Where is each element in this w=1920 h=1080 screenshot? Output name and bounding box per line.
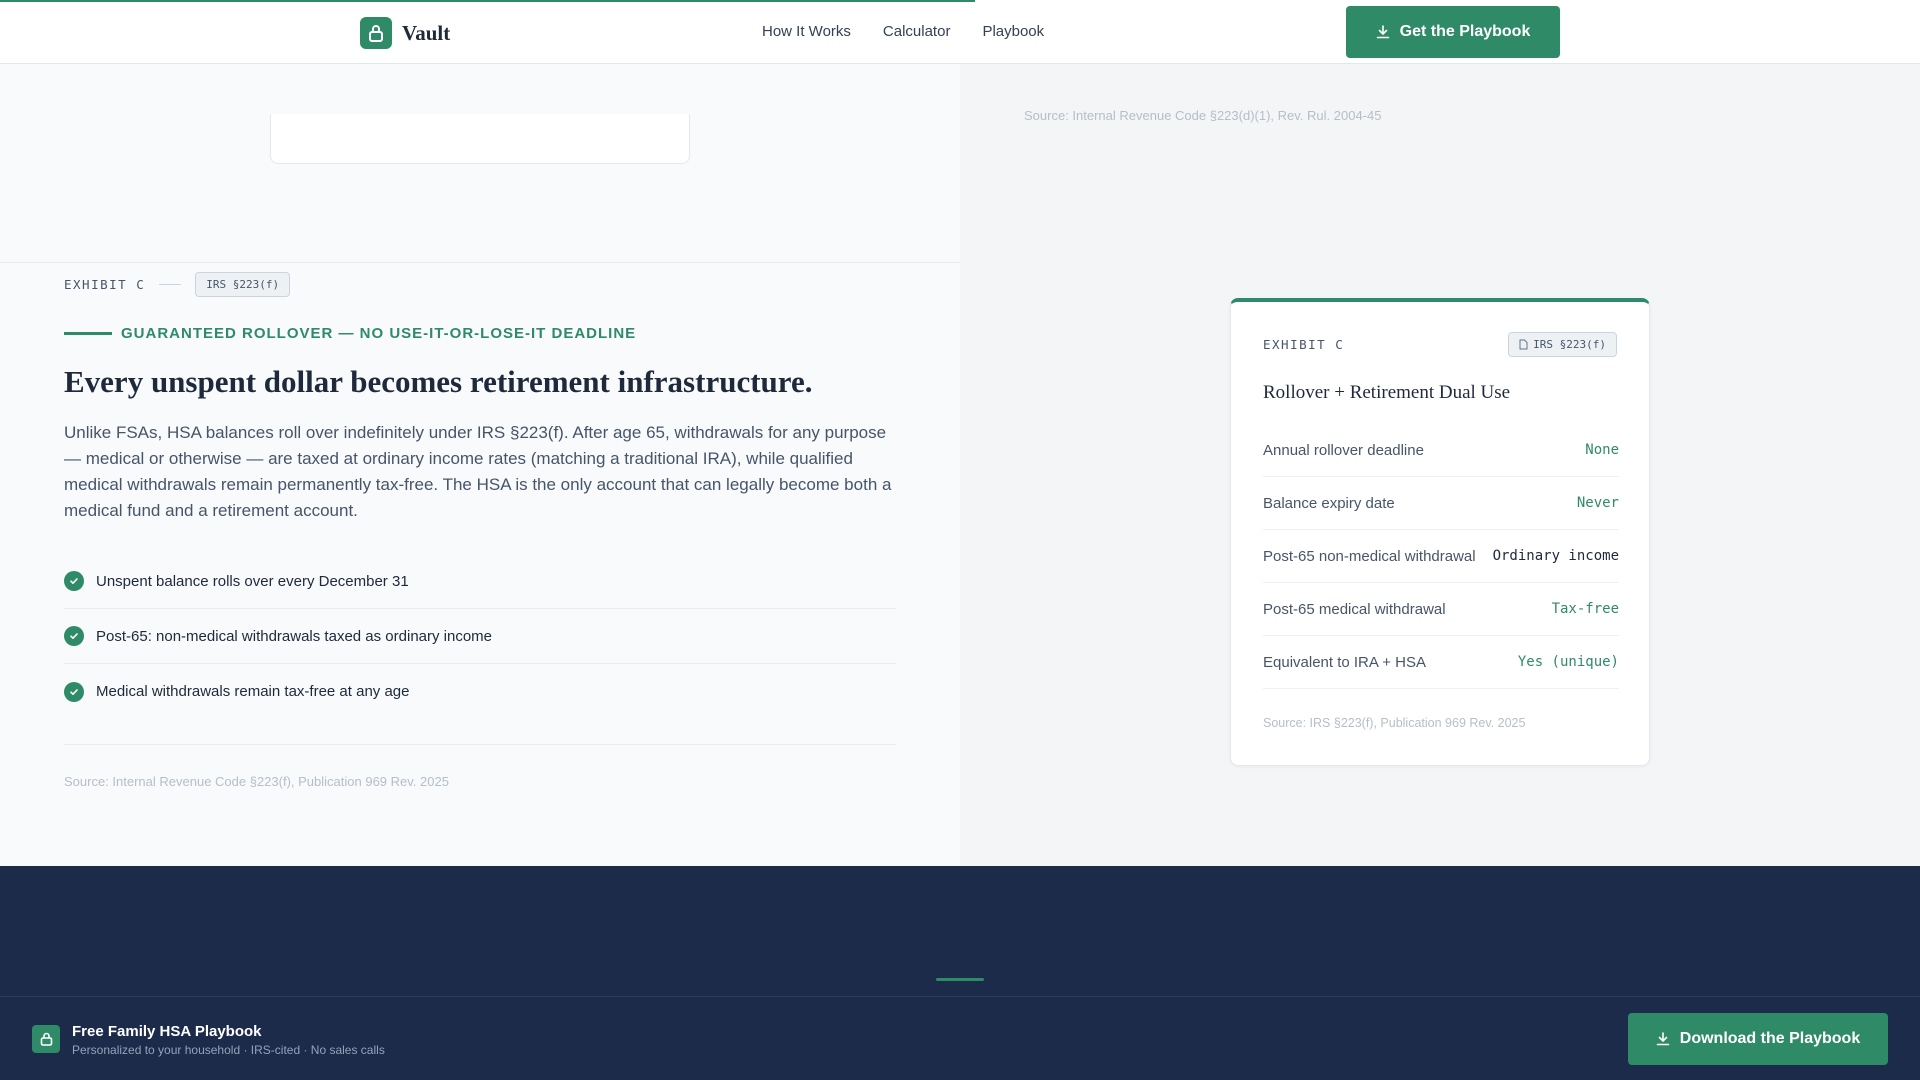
row-value: Yes (unique) (1517, 654, 1619, 670)
exhibit-header: EXHIBIT C IRS §223(f) (64, 272, 291, 297)
card-exhibit-label: EXHIBIT C (1263, 337, 1345, 352)
check-icon (64, 626, 84, 646)
main-nav: How It Works Calculator Playbook (762, 23, 1044, 40)
nav-item-how-it-works[interactable]: How It Works (762, 23, 851, 40)
get-playbook-label: Get the Playbook (1399, 23, 1531, 40)
row-label: Post-65 non-medical withdrawal (1263, 547, 1476, 565)
source-citation: Source: Internal Revenue Code §223(f), P… (64, 774, 449, 789)
sticky-title: Free Family HSA Playbook (72, 1023, 262, 1040)
sticky-cta-bar: Free Family HSA Playbook Personalized to… (0, 996, 1920, 1080)
source-divider (64, 744, 896, 745)
download-icon (1656, 1032, 1670, 1046)
nav-item-calculator[interactable]: Calculator (883, 23, 951, 40)
table-row: Annual rollover deadline None (1263, 424, 1619, 477)
exhibit-card: EXHIBIT C IRS §223(f) Rollover + Retirem… (1230, 298, 1650, 766)
list-item: Medical withdrawals remain tax-free at a… (64, 664, 896, 719)
section-divider (0, 262, 960, 263)
irs-badge: IRS §223(f) (195, 272, 291, 297)
eyebrow: GUARANTEED ROLLOVER — NO USE-IT-OR-LOSE-… (64, 325, 636, 342)
check-icon (64, 571, 84, 591)
exhibit-label: EXHIBIT C (64, 277, 146, 292)
list-item: Unspent balance rolls over every Decembe… (64, 554, 896, 609)
get-playbook-button[interactable]: Get the Playbook (1346, 6, 1560, 58)
section-accent-bar (936, 978, 984, 981)
card-badge-text: IRS §223(f) (1533, 338, 1606, 351)
checklist-item-text: Medical withdrawals remain tax-free at a… (96, 683, 410, 700)
nav-item-playbook[interactable]: Playbook (982, 23, 1044, 40)
row-label: Post-65 medical withdrawal (1263, 600, 1446, 618)
checklist: Unspent balance rolls over every Decembe… (64, 554, 896, 719)
table-row: Balance expiry date Never (1263, 477, 1619, 530)
row-value: Never (1576, 495, 1619, 511)
previous-card-bottom (270, 114, 690, 164)
lock-icon (32, 1025, 60, 1053)
checklist-item-text: Post-65: non-medical withdrawals taxed a… (96, 627, 493, 645)
sticky-subtitle: Personalized to your household · IRS-cit… (72, 1043, 385, 1057)
previous-source-citation: Source: Internal Revenue Code §223(d)(1)… (1024, 108, 1382, 123)
row-value: None (1585, 442, 1619, 458)
document-icon (1519, 339, 1528, 350)
table-row: Post-65 medical withdrawal Tax-free (1263, 583, 1619, 636)
download-playbook-button[interactable]: Download the Playbook (1628, 1013, 1888, 1065)
row-value: Tax-free (1551, 601, 1619, 617)
logo[interactable]: Vault (360, 17, 450, 49)
table-row: Post-65 non-medical withdrawal Ordinary … (1263, 530, 1619, 583)
download-playbook-label: Download the Playbook (1679, 1030, 1861, 1047)
row-label: Balance expiry date (1263, 494, 1395, 512)
list-item: Post-65: non-medical withdrawals taxed a… (64, 609, 896, 664)
download-icon (1376, 25, 1389, 39)
right-panel: Source: Internal Revenue Code §223(d)(1)… (960, 64, 1920, 866)
table-row: Equivalent to IRA + HSA Yes (unique) (1263, 636, 1619, 689)
card-title: Rollover + Retirement Dual Use (1263, 382, 1511, 403)
comparison-table: Annual rollover deadline None Balance ex… (1263, 424, 1619, 689)
row-value: Ordinary income (1492, 548, 1619, 564)
eyebrow-text: GUARANTEED ROLLOVER — NO USE-IT-OR-LOSE-… (121, 325, 637, 342)
site-header: Vault How It Works Calculator Playbook G… (0, 0, 1920, 64)
scroll-progress-bar (0, 0, 975, 2)
check-icon (64, 681, 84, 702)
dark-section: Free Family HSA Playbook Personalized to… (0, 866, 1920, 1080)
logo-text: Vault (402, 20, 451, 45)
left-panel: EXHIBIT C IRS §223(f) GUARANTEED ROLLOVE… (0, 64, 960, 866)
exhibit-divider (159, 284, 182, 285)
card-header: EXHIBIT C IRS §223(f) (1263, 332, 1617, 357)
section-headline: Every unspent dollar becomes retirement … (64, 364, 813, 399)
section-body: Unlike FSAs, HSA balances roll over inde… (64, 423, 892, 520)
row-label: Equivalent to IRA + HSA (1263, 653, 1427, 671)
eyebrow-bar (64, 332, 112, 335)
checklist-item-text: Unspent balance rolls over every Decembe… (96, 572, 409, 590)
card-source-citation: Source: IRS §223(f), Publication 969 Rev… (1263, 716, 1526, 730)
lock-icon (360, 17, 392, 49)
card-irs-badge: IRS §223(f) (1508, 332, 1617, 357)
row-label: Annual rollover deadline (1263, 441, 1424, 459)
